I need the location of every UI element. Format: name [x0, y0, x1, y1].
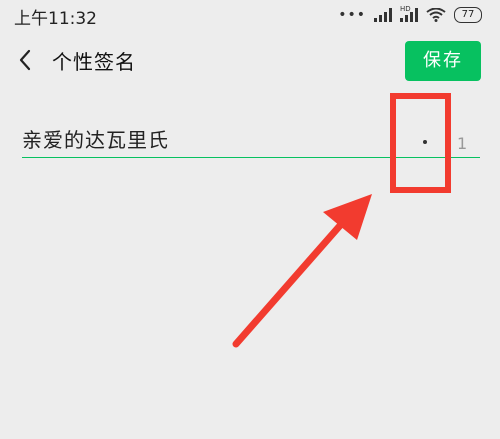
annotation-arrow-icon: [232, 194, 372, 348]
